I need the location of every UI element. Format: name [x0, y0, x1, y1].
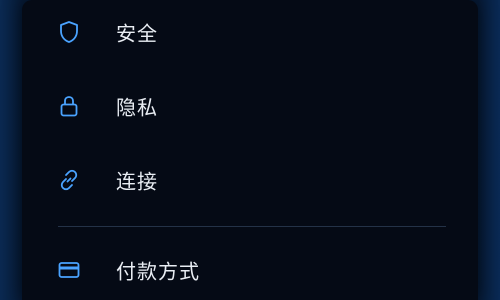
menu-item-security[interactable]: 安全 [22, 10, 478, 54]
shield-icon [56, 19, 82, 45]
lock-icon [56, 93, 82, 119]
menu-divider [58, 226, 446, 227]
link-icon [56, 167, 82, 193]
menu-item-connections[interactable]: 连接 [22, 158, 478, 202]
menu-item-label: 付款方式 [116, 259, 200, 284]
menu-item-label: 连接 [116, 169, 158, 194]
settings-menu-panel: 安全 隐私 连接 付款方式 [22, 0, 478, 300]
credit-card-icon [56, 257, 82, 283]
menu-item-label: 安全 [116, 21, 158, 46]
menu-item-privacy[interactable]: 隐私 [22, 84, 478, 128]
menu-item-label: 隐私 [116, 95, 158, 120]
menu-item-payment-methods[interactable]: 付款方式 [22, 248, 478, 292]
